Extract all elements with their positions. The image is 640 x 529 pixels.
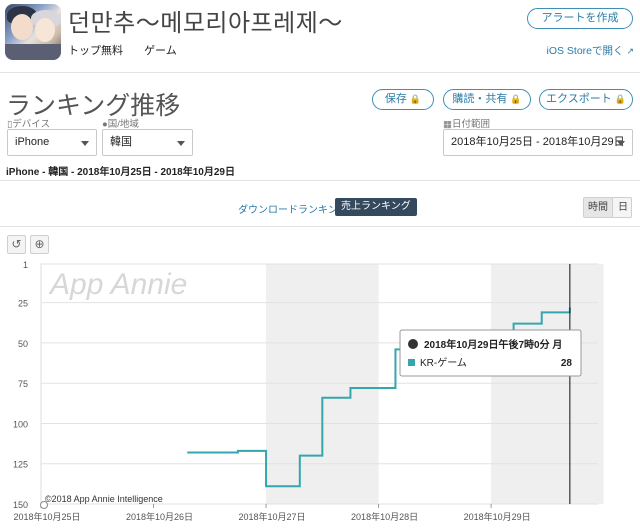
globe-icon xyxy=(408,339,418,349)
y-tick-label: 75 xyxy=(18,379,28,389)
divider xyxy=(0,226,640,227)
ios-store-link[interactable]: iOS Storeで開く ↗ xyxy=(547,43,635,58)
day-band xyxy=(491,264,604,504)
x-tick-label: 2018年10月26日 xyxy=(126,511,193,522)
x-tick-label: 2018年10月28日 xyxy=(351,511,418,522)
save-button[interactable]: 保存 🔒 xyxy=(372,89,434,110)
chevron-down-icon xyxy=(617,141,625,146)
divider xyxy=(0,180,640,181)
zoom-in-icon[interactable]: ⊕ xyxy=(30,235,49,254)
app-icon xyxy=(5,4,61,60)
tooltip-box xyxy=(399,329,582,377)
chevron-down-icon xyxy=(177,141,185,146)
export-button[interactable]: エクスポート 🔒 xyxy=(539,89,633,110)
date-range-label: ▦日付範囲 xyxy=(443,119,490,130)
tooltip-value: 28 xyxy=(561,358,573,369)
divider xyxy=(0,72,640,73)
x-tick-label: 2018年10月27日 xyxy=(239,511,306,522)
lock-icon: 🔒 xyxy=(614,94,626,104)
subscribe-share-button[interactable]: 購読・共有 🔒 xyxy=(443,89,531,110)
subscribe-label: 購読・共有 xyxy=(452,93,508,105)
day-band xyxy=(266,264,379,504)
export-label: エクスポート xyxy=(546,93,612,105)
create-alert-button[interactable]: アラートを作成 xyxy=(527,8,633,29)
tooltip-series: KR-ゲーム xyxy=(420,357,467,369)
lock-icon: 🔒 xyxy=(510,94,522,104)
daily-toggle[interactable]: 日 xyxy=(614,198,632,217)
country-label: ●国/地域 xyxy=(102,119,139,130)
chart-tooltip: 2018年10月29日午後7時0分 月 KR-ゲーム 28 xyxy=(399,329,582,377)
granularity-toggle: 時間 日 xyxy=(583,197,632,218)
chevron-down-icon xyxy=(81,141,89,146)
hourly-toggle[interactable]: 時間 xyxy=(584,198,613,217)
y-tick-label: 150 xyxy=(13,500,28,510)
save-label: 保存 xyxy=(384,93,407,105)
reset-zoom-icon[interactable]: ↺ xyxy=(7,235,26,254)
credit-text: ©2018 App Annie Intelligence xyxy=(45,494,163,504)
series-swatch xyxy=(408,359,415,366)
y-tick-label: 25 xyxy=(18,299,28,309)
device-select[interactable]: iPhone xyxy=(7,129,97,156)
tooltip-header: 2018年10月29日午後7時0分 月 xyxy=(424,338,562,351)
tab-download-ranking[interactable]: ダウンロードランキング xyxy=(238,201,348,216)
device-label: ▯デバイス xyxy=(7,119,50,130)
x-tick-label: 2018年10月29日 xyxy=(464,511,531,522)
app-price: トップ無料 xyxy=(68,45,123,57)
y-tick-label: 100 xyxy=(13,419,28,429)
ios-store-label: iOS Storeで開く xyxy=(546,45,624,57)
country-select[interactable]: 韓国 xyxy=(102,129,193,156)
app-title: 던만추～메모리아프레제～ xyxy=(68,10,343,37)
lock-icon: 🔒 xyxy=(409,94,422,104)
app-meta: トップ無料 ゲーム xyxy=(68,42,195,58)
external-link-icon: ↗ xyxy=(626,46,634,56)
ranking-chart: 1255075100125150 2018年10月25日 2018年10月26日 2… xyxy=(13,260,604,522)
watermark: App Annie xyxy=(48,268,187,301)
y-tick-label: 1 xyxy=(23,260,28,270)
y-tick-label: 125 xyxy=(13,460,28,470)
y-tick-label: 50 xyxy=(18,339,28,349)
filter-summary: iPhone - 韓国 - 2018年10月25日 - 2018年10月29日 xyxy=(6,167,235,178)
app-category: ゲーム xyxy=(144,45,177,57)
date-range-select[interactable]: 2018年10月25日 - 2018年10月29日 xyxy=(443,129,633,156)
tab-revenue-ranking[interactable]: 売上ランキング xyxy=(335,198,417,216)
x-tick-label: 2018年10月25日 xyxy=(13,511,80,522)
